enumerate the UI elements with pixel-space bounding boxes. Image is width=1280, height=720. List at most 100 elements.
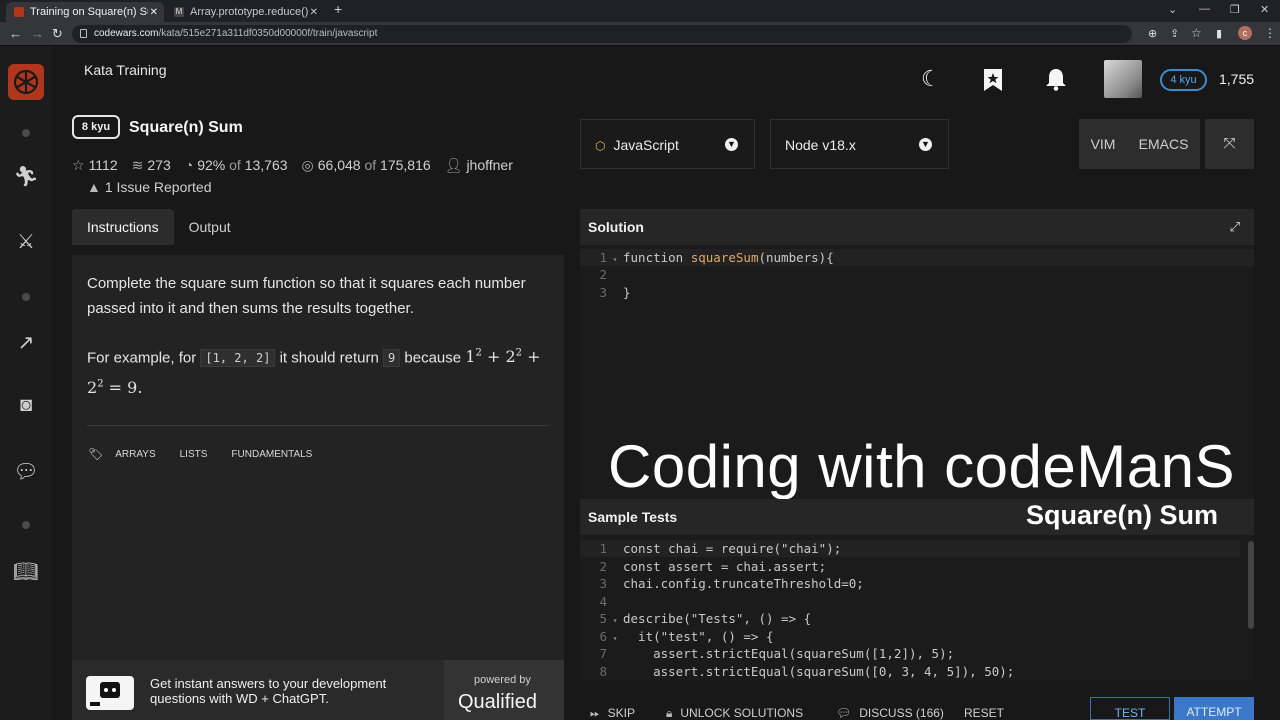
fullscreen-button[interactable]: ⤧ [1205, 119, 1254, 169]
tag-list: 🏷︎ ARRAYS LISTS FUNDAMENTALS [88, 447, 312, 461]
editor-scrollbar[interactable] [1248, 541, 1254, 629]
discord-icon[interactable]: ◙ [0, 394, 52, 417]
author-stat[interactable]: 👤︎ jhoffner [445, 157, 513, 174]
profile-avatar[interactable]: c [1238, 26, 1252, 40]
theme-moon-icon[interactable]: ☾ [921, 66, 941, 92]
honor-score: 1,755 [1219, 71, 1255, 87]
back-icon[interactable]: ← [9, 26, 22, 41]
bookmarks-icon[interactable] [982, 68, 1004, 98]
browser-tab[interactable]: M Array.prototype.reduce() - JavaScript … [166, 2, 324, 22]
url-field[interactable]: codewars.com/kata/515e271a311df0350d0000… [72, 25, 1132, 43]
qualified-brand: Qualified [458, 691, 537, 713]
issues-reported[interactable]: ▲ 1 Issue Reported [87, 179, 211, 195]
votes-count: 13,763 [244, 157, 288, 173]
lock-icon [80, 29, 87, 38]
notifications-bell-icon[interactable] [1045, 67, 1067, 97]
code-text: const chai = require("chai"); [623, 541, 842, 556]
tag-arrays[interactable]: ARRAYS [115, 449, 155, 460]
sample-tests-editor[interactable]: 1 const chai = require("chai"); 2 const ass… [580, 535, 1254, 680]
code-line: 2 [580, 266, 623, 283]
expand-icon[interactable]: ⤢ [1230, 209, 1240, 245]
tab-output[interactable]: Output [174, 209, 246, 245]
language-select[interactable]: ⬡ JavaScript ▼ [580, 119, 755, 169]
instructions-example: For example, for [1, 2, 2] it should ret… [87, 341, 547, 401]
example-prefix: For example, for [87, 349, 197, 367]
fullscreen-icon: ⤧ [1223, 135, 1236, 152]
math-exponent: 2 [515, 348, 522, 359]
tab-search-icon[interactable]: ⌄ [1168, 3, 1177, 16]
training-icon[interactable]: 🏃︎ [0, 164, 52, 189]
test-button[interactable]: TEST [1090, 697, 1170, 720]
code-text: assert.strictEqual(squareSum([1,2]), 5); [623, 646, 955, 661]
math-exponent: 2 [475, 348, 482, 359]
sponsor-banner[interactable]: Get instant answers to your development … [72, 660, 564, 720]
close-tab-icon[interactable]: ✕ [150, 7, 158, 18]
browser-tab-active[interactable]: Training on Square(n) Sum | Codewars ✕ [6, 2, 164, 22]
minimize-icon[interactable]: — [1199, 3, 1210, 15]
side-panel-icon[interactable]: ▮ [1216, 27, 1222, 40]
runtime-select[interactable]: Node v18.x ▼ [770, 119, 949, 169]
code-text: const assert = chai.assert; [623, 558, 827, 574]
maximize-icon[interactable]: ❐ [1230, 3, 1240, 16]
fold-arrow-icon[interactable]: ▾ [607, 612, 623, 629]
tab-title: Array.prototype.reduce() - JavaScript [190, 6, 308, 18]
powered-by-label: powered by [474, 674, 531, 686]
fold-arrow-icon[interactable]: ▾ [607, 630, 623, 647]
unlock-solutions-button[interactable]: 🔒︎ UNLOCK SOLUTIONS [666, 706, 803, 720]
sample-tests-title: Sample Tests [588, 509, 678, 525]
tag-icon: 🏷︎ [88, 447, 104, 461]
lock-icon: 🔒︎ [666, 706, 673, 720]
code-line: 8 assert.strictEqual(squareSum([0, 3, 4,… [580, 663, 1240, 680]
page-section-title: Kata Training [84, 62, 167, 78]
close-window-icon[interactable]: ✕ [1260, 3, 1269, 16]
reset-button[interactable]: RESET [964, 706, 1004, 720]
skip-button[interactable]: ⏩︎ SKIP [590, 706, 635, 720]
codewars-logo-icon [13, 69, 39, 95]
skip-icon: ⏩︎ [590, 706, 600, 720]
vim-mode-button[interactable]: VIM [1091, 136, 1116, 152]
skip-label: SKIP [607, 706, 635, 720]
completion-stat: ◎ 66,048 of 175,816 [302, 157, 431, 174]
openai-bot-logo [86, 676, 134, 710]
reload-icon[interactable]: ↻ [52, 26, 63, 42]
zoom-icon[interactable]: ⊕ [1148, 27, 1157, 40]
instructions-paragraph: Complete the square sum function so that… [87, 275, 526, 317]
attempt-button[interactable]: ATTEMPT [1174, 697, 1254, 720]
function-name: squareSum [690, 250, 759, 265]
tab-instructions[interactable]: Instructions [72, 209, 174, 245]
url-host: codewars.com [94, 28, 159, 39]
example-output-code: 9 [383, 349, 401, 368]
chat-icon[interactable]: 💬︎ [0, 459, 52, 484]
tag-lists[interactable]: LISTS [180, 449, 208, 460]
user-icon: 👤︎ [444, 157, 463, 173]
new-tab-icon[interactable]: + [334, 1, 342, 17]
emacs-mode-button[interactable]: EMACS [1139, 136, 1189, 152]
close-tab-icon[interactable]: ✕ [310, 7, 318, 18]
leaderboard-trend-icon[interactable]: ↗ [0, 330, 52, 355]
collections-stat[interactable]: ≋ 273 [132, 157, 171, 174]
forward-icon[interactable]: → [31, 26, 44, 41]
solution-header: Solution ⤢ [580, 209, 1254, 245]
runtime-value: Node v18.x [785, 137, 856, 153]
address-bar: ← → ↻ codewars.com/kata/515e271a311df035… [0, 22, 1280, 46]
code-line: 1 const chai = require("chai"); [580, 540, 1240, 557]
user-avatar[interactable] [1104, 60, 1142, 98]
share-icon[interactable]: ⇪ [1170, 27, 1179, 40]
docs-book-icon[interactable]: 📖︎ [0, 559, 52, 584]
bookmark-star-icon[interactable]: ☆ [1191, 26, 1202, 40]
javascript-icon: ⬡ [595, 139, 606, 153]
discuss-button[interactable]: 💬︎ DISCUSS (166) [836, 706, 944, 720]
left-sidebar: 🏃︎ ⚔︎ ↗ ◙ 💬︎ 📖︎ [0, 46, 52, 720]
example-because: because [404, 349, 462, 367]
codewars-logo[interactable] [8, 64, 44, 100]
line-number: 3 [599, 576, 607, 591]
stars-stat[interactable]: ☆ 1112 [72, 157, 118, 174]
video-overlay-subtitle: Square(n) Sum [1026, 500, 1219, 530]
math-result: = 9. [108, 377, 143, 397]
unlock-label: UNLOCK SOLUTIONS [680, 706, 804, 720]
discuss-label: DISCUSS (166) [859, 706, 944, 720]
browser-menu-icon[interactable]: ⋮ [1264, 26, 1276, 40]
tag-fundamentals[interactable]: FUNDAMENTALS [231, 449, 312, 460]
practice-icon[interactable]: ⚔︎ [0, 229, 52, 254]
gauge-icon: ◔ [184, 157, 194, 173]
